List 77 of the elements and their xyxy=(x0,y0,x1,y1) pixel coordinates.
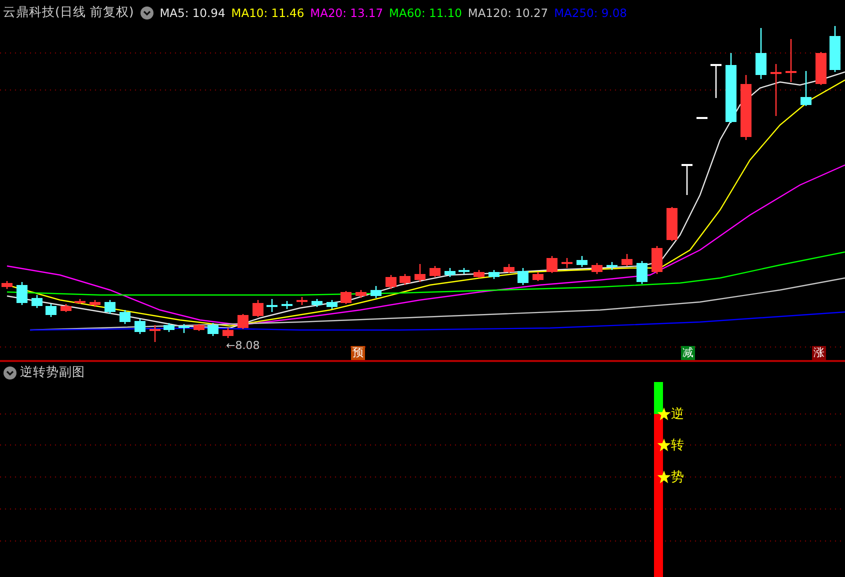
moving-average-value: MA120: 10.27 xyxy=(468,6,548,20)
candlestick xyxy=(444,268,456,277)
moving-average-value: MA250: 9.08 xyxy=(554,6,627,20)
candlestick xyxy=(636,261,648,284)
moving-average-value: MA5: 10.94 xyxy=(160,6,226,20)
candlestick xyxy=(90,300,100,307)
candlestick xyxy=(266,299,278,312)
candlestick xyxy=(74,299,86,304)
candlestick xyxy=(386,275,396,289)
candlestick xyxy=(710,64,722,98)
candlestick xyxy=(726,53,736,123)
candlestick xyxy=(592,263,602,274)
candlestick xyxy=(208,323,218,336)
candlestick xyxy=(666,207,678,241)
candlestick xyxy=(756,28,766,79)
candlestick xyxy=(222,328,234,338)
candlestick xyxy=(816,52,826,85)
candlestick xyxy=(370,286,382,298)
candlestick xyxy=(150,325,160,342)
candlestick xyxy=(458,268,470,274)
candlestick xyxy=(120,310,130,324)
signal-label: 转 xyxy=(671,437,684,454)
candlestick xyxy=(326,300,338,309)
signal-marker: 涨 xyxy=(812,346,826,360)
moving-average-value: MA10: 11.46 xyxy=(231,6,304,20)
candlestick xyxy=(296,297,308,305)
candlestick xyxy=(532,272,544,281)
signal-label: 逆 xyxy=(671,406,684,423)
candlestick xyxy=(518,268,528,285)
candlestick xyxy=(400,274,410,285)
candlestick xyxy=(2,281,12,289)
candlestick xyxy=(696,117,708,119)
candlestick xyxy=(104,300,116,314)
candlestick xyxy=(740,75,752,140)
moving-average-value: MA60: 11.10 xyxy=(389,6,462,20)
candlestick xyxy=(830,26,840,72)
candlestick xyxy=(504,264,514,273)
chart-title: 云鼎科技(日线 前复权) xyxy=(3,4,134,21)
candlestick xyxy=(488,270,500,279)
candlestick xyxy=(562,258,572,268)
candlestick xyxy=(46,304,56,317)
low-price-label: ←8.08 xyxy=(226,339,260,352)
candlestick xyxy=(682,164,692,195)
candlestick xyxy=(652,246,662,274)
candlestick xyxy=(238,314,248,329)
signal-marker: 减 xyxy=(681,346,695,360)
candlestick xyxy=(622,254,632,266)
candlestick xyxy=(356,290,366,298)
candlestick xyxy=(194,324,204,331)
indicator-title: 逆转势副图 xyxy=(20,364,85,381)
candlestick xyxy=(32,295,42,308)
candlestick xyxy=(164,323,174,332)
signal-label: 势 xyxy=(671,469,684,486)
star-icon xyxy=(657,438,671,452)
star-icon xyxy=(657,407,671,421)
candlestick xyxy=(770,64,782,116)
candlestick xyxy=(800,71,812,106)
moving-average-value: MA20: 13.17 xyxy=(310,6,384,20)
candlestick xyxy=(546,256,558,273)
candlestick xyxy=(282,301,292,309)
candlestick xyxy=(178,324,190,333)
candlestick xyxy=(576,256,588,267)
candlestick xyxy=(340,291,352,304)
star-icon xyxy=(657,470,671,484)
candlestick xyxy=(474,270,484,278)
candlestick xyxy=(312,299,322,307)
candlestick xyxy=(606,262,618,270)
candlestick xyxy=(60,304,72,312)
candlestick xyxy=(134,319,146,334)
candlestick xyxy=(252,300,264,317)
candlestick xyxy=(16,282,28,305)
signal-marker: 预 xyxy=(351,346,365,360)
dropdown-icon[interactable] xyxy=(140,6,154,20)
candlestick xyxy=(786,39,796,82)
candlestick xyxy=(430,266,440,277)
candlestick xyxy=(414,264,426,282)
dropdown-icon[interactable] xyxy=(3,366,17,380)
